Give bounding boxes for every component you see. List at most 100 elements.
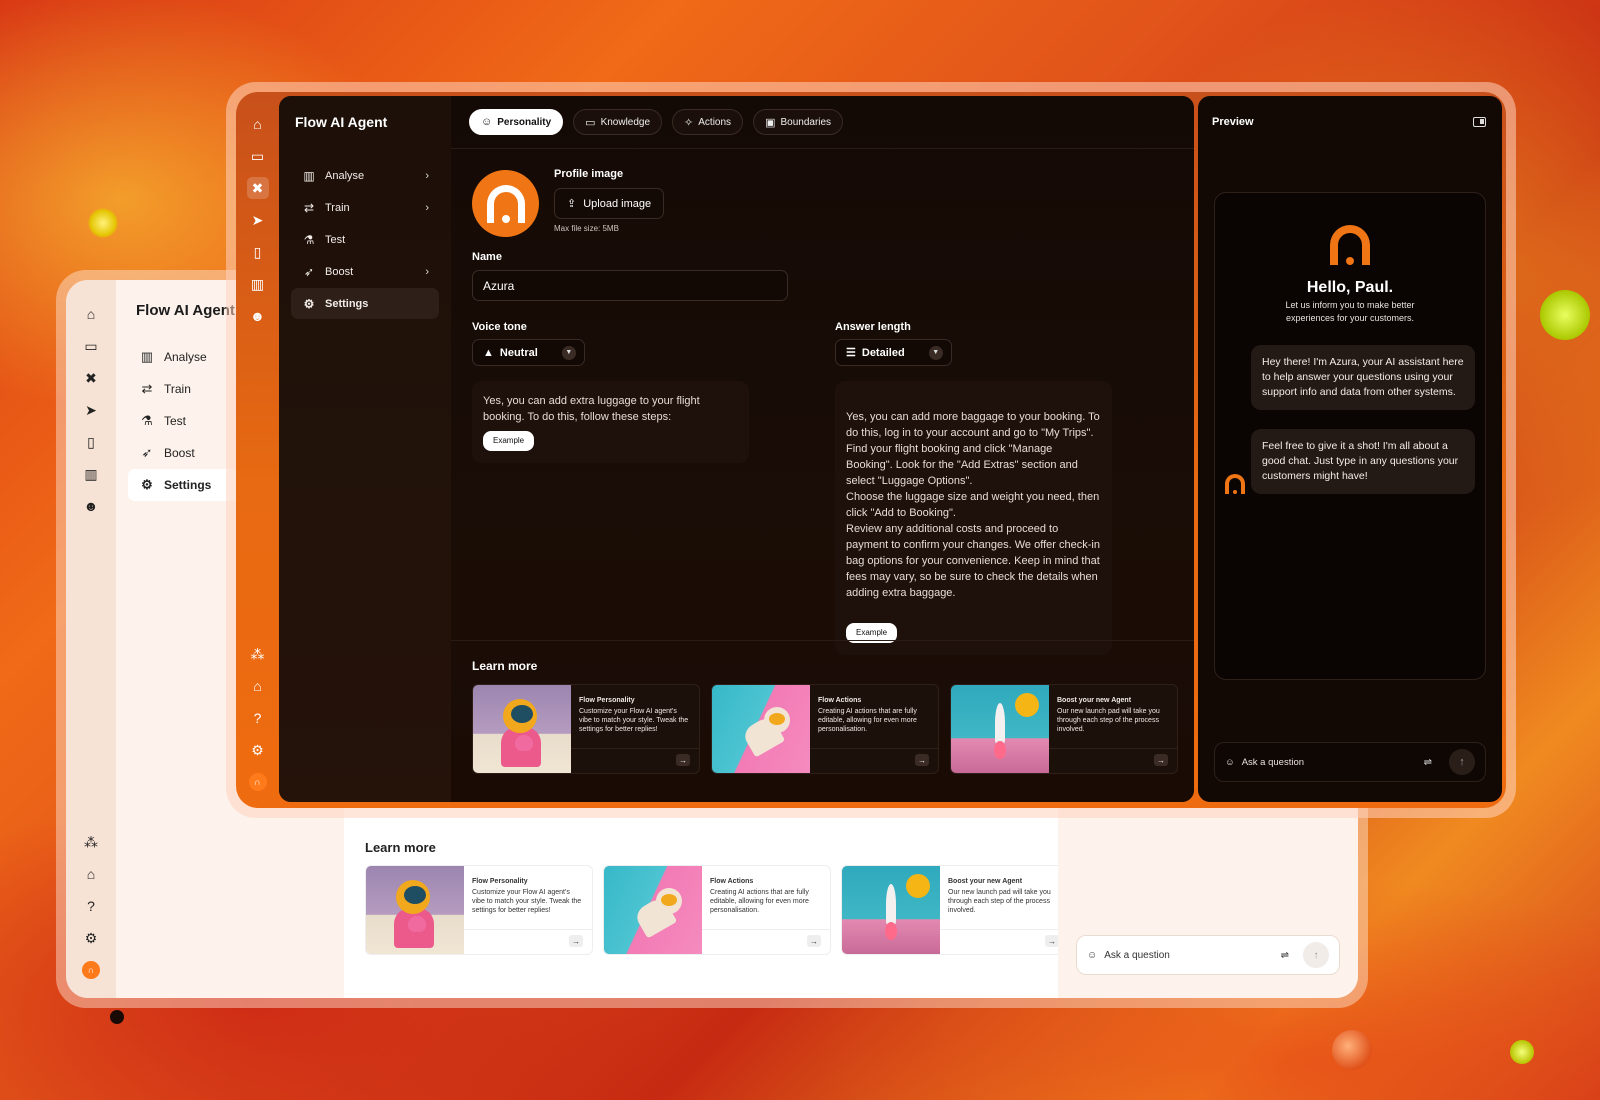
learn-card-personality[interactable]: Flow Personality Customize your Flow AI … [365,865,593,955]
sidebar-item-settings[interactable]: ⚙ Settings [291,288,439,319]
send-button[interactable]: ↑ [1303,942,1329,968]
tab-personality[interactable]: ☺ Personality [469,109,564,135]
app-title: Flow AI Agent [295,114,388,130]
arrow-right-icon[interactable]: → [569,935,583,947]
cursor-click-icon: ✧ [684,116,694,129]
logo-icon [1330,225,1370,265]
astronaut-heart-illustration [473,685,571,773]
users-icon[interactable]: ☻ [81,496,101,516]
rocket-launch-illustration [951,685,1049,773]
panel-toggle-icon[interactable] [1473,117,1486,127]
floating-astronaut-illustration [604,866,702,954]
agent-icon[interactable]: ✖ [246,177,269,199]
example-badge: Example [483,431,535,451]
tune-icon[interactable]: ⇌ [1424,757,1432,768]
inbox-icon[interactable]: ▭ [81,336,101,356]
voice-tone-select[interactable]: ▲ Neutral ▼ [472,339,585,366]
send-icon[interactable]: ➤ [247,209,269,231]
file-size-hint: Max file size: 5MB [554,224,619,233]
help-icon[interactable]: ? [81,896,101,916]
background-bubble [1510,1040,1534,1064]
book-icon[interactable]: ▯ [247,241,269,263]
sidebar-item-train[interactable]: ⇄ Train › [291,192,439,223]
home-icon[interactable]: ⌂ [247,113,269,135]
sidebar-item-test[interactable]: ⚗ Test [291,224,439,255]
sidebar: Flow AI Agent ▥ Analyse › ⇄ Train › ⚗ Test ➶ B… [279,96,451,802]
arrow-right-icon[interactable]: → [807,935,821,947]
ask-question-input[interactable]: ☺ Ask a question ⇌ ↑ [1076,935,1340,975]
sidebar-item-boost[interactable]: ➶ Boost › [291,256,439,287]
preview-panel: Preview Hello, Paul. Let us inform you t… [1198,96,1502,802]
sliders-icon: ⇄ [141,381,153,396]
logo-icon[interactable]: ∩ [247,771,269,793]
learn-card-actions[interactable]: Flow Actions Creating AI actions that ar… [603,865,831,955]
apps-icon[interactable]: ⁂ [247,643,269,665]
ask-question-input[interactable]: ☺ Ask a question ⇌ ↑ [1214,742,1486,782]
sidebar-item-label: Settings [164,478,212,492]
tab-label: Knowledge [600,116,651,128]
arrow-right-icon[interactable]: → [1154,754,1168,766]
tune-icon[interactable]: ⇌ [1281,950,1289,961]
learn-card-boost[interactable]: Boost your new Agent Our new launch pad … [841,865,1069,955]
tab-boundaries[interactable]: ▣ Boundaries [753,109,844,135]
bar-chart-icon[interactable]: ▥ [81,464,101,484]
send-button[interactable]: ↑ [1449,749,1475,775]
tab-knowledge[interactable]: ▭ Knowledge [573,109,663,135]
send-icon[interactable]: ➤ [81,400,101,420]
graduation-cap-icon[interactable]: ⌂ [81,864,101,884]
gear-icon[interactable]: ⚙ [247,739,269,761]
logo-icon[interactable]: ∩ [81,960,101,980]
gear-icon: ⚙ [303,296,315,311]
chat-icon: ☺ [1225,756,1235,768]
astronaut-heart-illustration [366,866,464,954]
help-icon[interactable]: ? [247,707,269,729]
graduation-cap-icon[interactable]: ⌂ [247,675,269,697]
answer-length-select[interactable]: ☰ Detailed ▼ [835,339,952,366]
arrow-right-icon[interactable]: → [676,754,690,766]
users-icon[interactable]: ☻ [247,305,269,327]
home-icon[interactable]: ⌂ [81,304,101,324]
tab-bar: ☺ Personality ▭ Knowledge ✧ Actions ▣ Bounda… [469,109,844,135]
light-icon-rail: ⌂ ▭ ✖ ➤ ▯ ▥ ☻ ⁂ ⌂ ? ⚙ ∩ [66,280,116,998]
arrow-right-icon[interactable]: → [1045,935,1059,947]
upload-label: Upload image [583,197,652,210]
learn-card-personality[interactable]: Flow Personality Customize your Flow AI … [472,684,700,774]
card-title: Flow Personality [579,697,635,704]
chevron-right-icon: › [425,201,429,214]
learn-card-actions[interactable]: Flow Actions Creating AI actions that ar… [711,684,939,774]
background-bubble [1540,290,1590,340]
chat-message: Feel free to give it a shot! I'm all abo… [1251,429,1475,494]
card-description: Creating AI actions that are fully edita… [710,889,809,914]
chevron-down-icon: ▼ [928,345,943,360]
list-icon: ☰ [846,347,856,359]
floating-astronaut-illustration [712,685,810,773]
rocket-launch-illustration [842,866,940,954]
agent-avatar[interactable] [472,170,539,237]
preview-phone: Hello, Paul. Let us inform you to make b… [1214,192,1486,680]
tab-label: Boundaries [780,116,832,128]
learn-card-boost[interactable]: Boost your new Agent Our new launch pad … [950,684,1178,774]
tab-actions[interactable]: ✧ Actions [672,109,744,135]
name-value: Azura [483,278,515,293]
name-field[interactable]: Azura [472,270,788,301]
inbox-icon[interactable]: ▭ [247,145,269,167]
book-icon[interactable]: ▯ [81,432,101,452]
arrow-right-icon[interactable]: → [915,754,929,766]
sidebar-item-analyse[interactable]: ▥ Analyse › [291,160,439,191]
apps-icon[interactable]: ⁂ [81,832,101,852]
card-description: Our new launch pad will take you through… [1057,708,1160,733]
agent-icon[interactable]: ✖ [81,368,101,388]
sidebar-item-label: Settings [325,297,369,310]
bar-chart-icon: ▥ [140,349,154,364]
gear-icon[interactable]: ⚙ [81,928,101,948]
main-panel: Flow AI Agent ▥ Analyse › ⇄ Train › ⚗ Test ➶ B… [279,96,1194,802]
card-title: Boost your new Agent [1057,697,1132,704]
greeting-subtitle: Let us inform you to make better experie… [1285,300,1415,323]
rocket-icon: ➶ [141,445,153,460]
chat-message: Hey there! I'm Azura, your AI assistant … [1251,345,1475,410]
upload-image-button[interactable]: ⇪ Upload image [554,188,665,219]
bar-chart-icon[interactable]: ▥ [247,273,269,295]
answer-length-label: Answer length [835,321,911,333]
sidebar-item-label: Train [325,201,350,214]
sidebar-item-label: Boost [325,265,354,278]
